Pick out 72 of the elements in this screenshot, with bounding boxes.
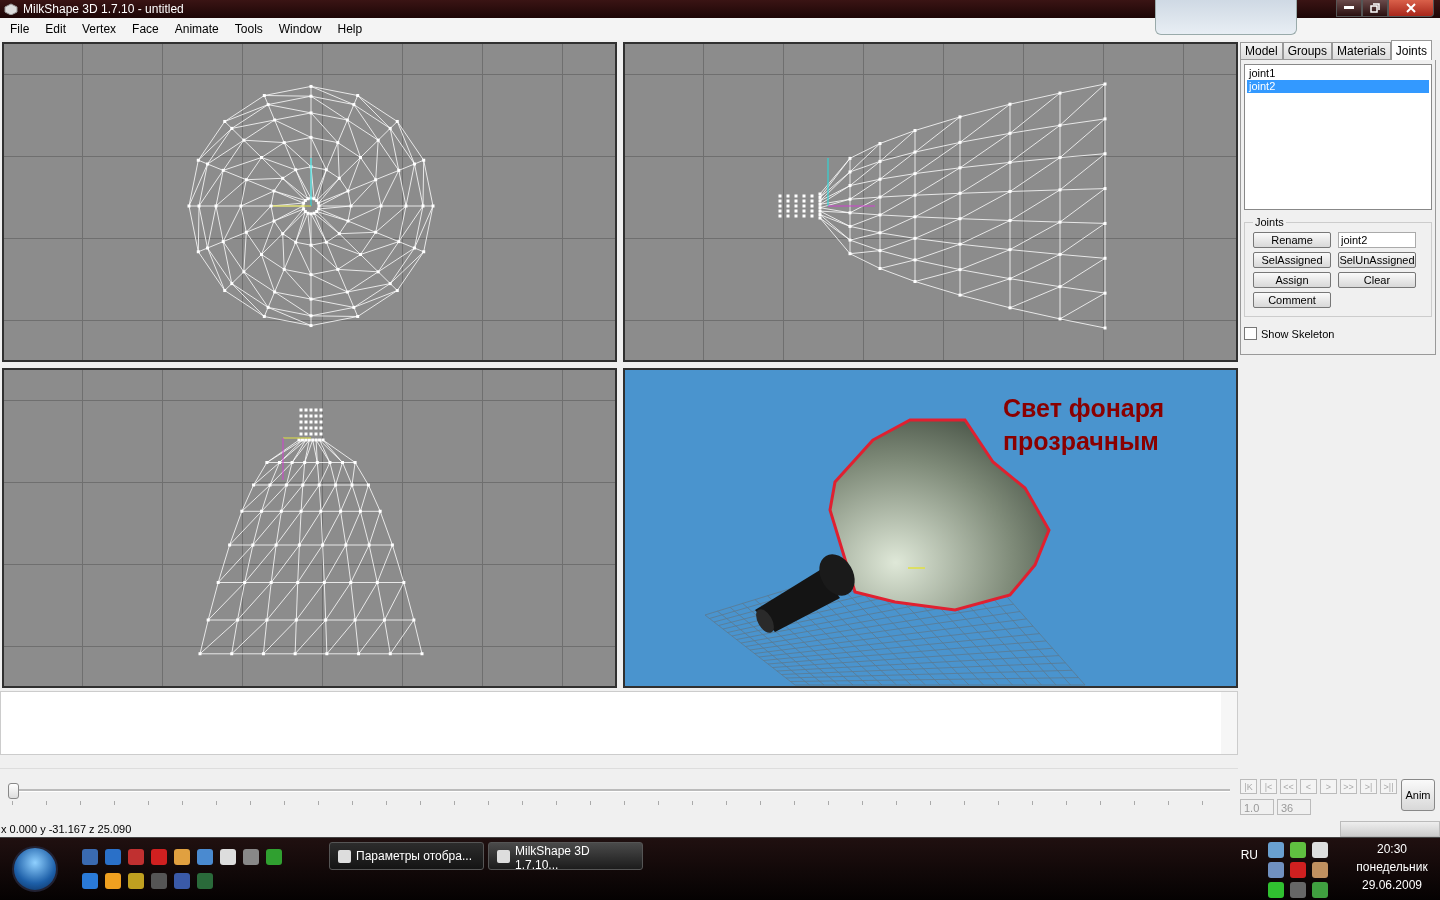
tray-icon[interactable]	[1290, 882, 1306, 898]
action-button[interactable]: Comment	[1253, 292, 1331, 308]
tab[interactable]: Model	[1240, 42, 1283, 60]
tray-icon[interactable]	[1312, 862, 1328, 878]
close-button[interactable]	[1388, 0, 1434, 17]
window-title: MilkShape 3D 1.7.10 - untitled	[23, 2, 184, 16]
menu-item[interactable]: Window	[270, 22, 330, 36]
list-item[interactable]: joint1	[1247, 67, 1429, 80]
app-icon[interactable]	[197, 873, 213, 889]
tab[interactable]: Groups	[1282, 42, 1333, 60]
app-icon[interactable]	[174, 873, 190, 889]
language-indicator[interactable]: RU	[1240, 848, 1258, 862]
viewport[interactable]	[2, 368, 617, 688]
menu-item[interactable]: Animate	[166, 22, 227, 36]
app-icon[interactable]	[243, 849, 259, 865]
tab[interactable]: Materials	[1332, 42, 1391, 60]
action-button[interactable]: SelAssigned	[1253, 252, 1331, 268]
task-button[interactable]: Параметры отобра...	[329, 842, 484, 870]
checkbox[interactable]	[1244, 327, 1257, 340]
app-icon[interactable]	[266, 849, 282, 865]
close-icon	[1406, 3, 1416, 13]
app-icon[interactable]	[197, 849, 213, 865]
app-icon[interactable]	[220, 849, 236, 865]
app-icon[interactable]	[105, 849, 121, 865]
tab[interactable]: Joints	[1390, 40, 1433, 60]
start-button[interactable]	[12, 846, 58, 892]
menu-item[interactable]: File	[2, 22, 38, 36]
rename-button[interactable]: Rename	[1253, 232, 1331, 248]
viewport[interactable]	[2, 42, 617, 362]
app-icon[interactable]	[128, 873, 144, 889]
tray-icon[interactable]	[1290, 862, 1306, 878]
tray-icon[interactable]	[1290, 842, 1306, 858]
menu-item[interactable]: Help	[329, 22, 371, 36]
app-icon[interactable]	[128, 849, 144, 865]
annotation-text: Свет фонаря прозрачным	[1003, 393, 1166, 457]
app-icon	[338, 850, 351, 863]
app-icon[interactable]	[82, 873, 98, 889]
task-button[interactable]: MilkShape 3D 1.7.10...	[488, 842, 643, 870]
clock-weekday: понедельник	[1356, 860, 1428, 874]
minimize-button[interactable]	[1336, 0, 1362, 17]
tray-icon[interactable]	[1312, 882, 1328, 898]
app-icon[interactable]	[82, 849, 98, 865]
restore-icon	[1370, 3, 1380, 13]
group-title: Joints	[1254, 216, 1285, 228]
clock-time: 20:30	[1377, 842, 1407, 856]
tray-icon[interactable]	[1268, 862, 1284, 878]
menu-item[interactable]: Vertex	[74, 22, 125, 36]
viewport[interactable]	[623, 42, 1238, 362]
menu-item[interactable]: Face	[124, 22, 167, 36]
tray-icon[interactable]	[1312, 842, 1328, 858]
checkbox-label: Show Skeleton	[1261, 327, 1335, 340]
clock-date: 29.06.2009	[1361, 878, 1423, 892]
action-button[interactable]: Clear	[1338, 272, 1416, 288]
minimize-icon	[1344, 6, 1354, 10]
tray-icon[interactable]	[1268, 882, 1284, 898]
app-icon[interactable]	[105, 873, 121, 889]
slider-thumb[interactable]	[8, 783, 19, 799]
status-text: x 0.000 y -31.167 z 25.090	[1, 823, 132, 835]
restore-button[interactable]	[1362, 0, 1388, 17]
scrollbar[interactable]	[1221, 692, 1237, 754]
app-icon[interactable]	[174, 849, 190, 865]
cube-icon	[4, 3, 18, 15]
action-button[interactable]: SelUnAssigned	[1338, 252, 1416, 268]
app-icon	[497, 850, 510, 863]
tray-icon[interactable]	[1268, 842, 1284, 858]
name-field[interactable]: joint2	[1338, 232, 1416, 248]
menu-item[interactable]: Edit	[37, 22, 75, 36]
anim-button[interactable]: Anim	[1401, 779, 1435, 811]
action-button[interactable]: Assign	[1253, 272, 1331, 288]
app-icon[interactable]	[151, 849, 167, 865]
menu-item[interactable]: Tools	[226, 22, 271, 36]
app-icon[interactable]	[151, 873, 167, 889]
